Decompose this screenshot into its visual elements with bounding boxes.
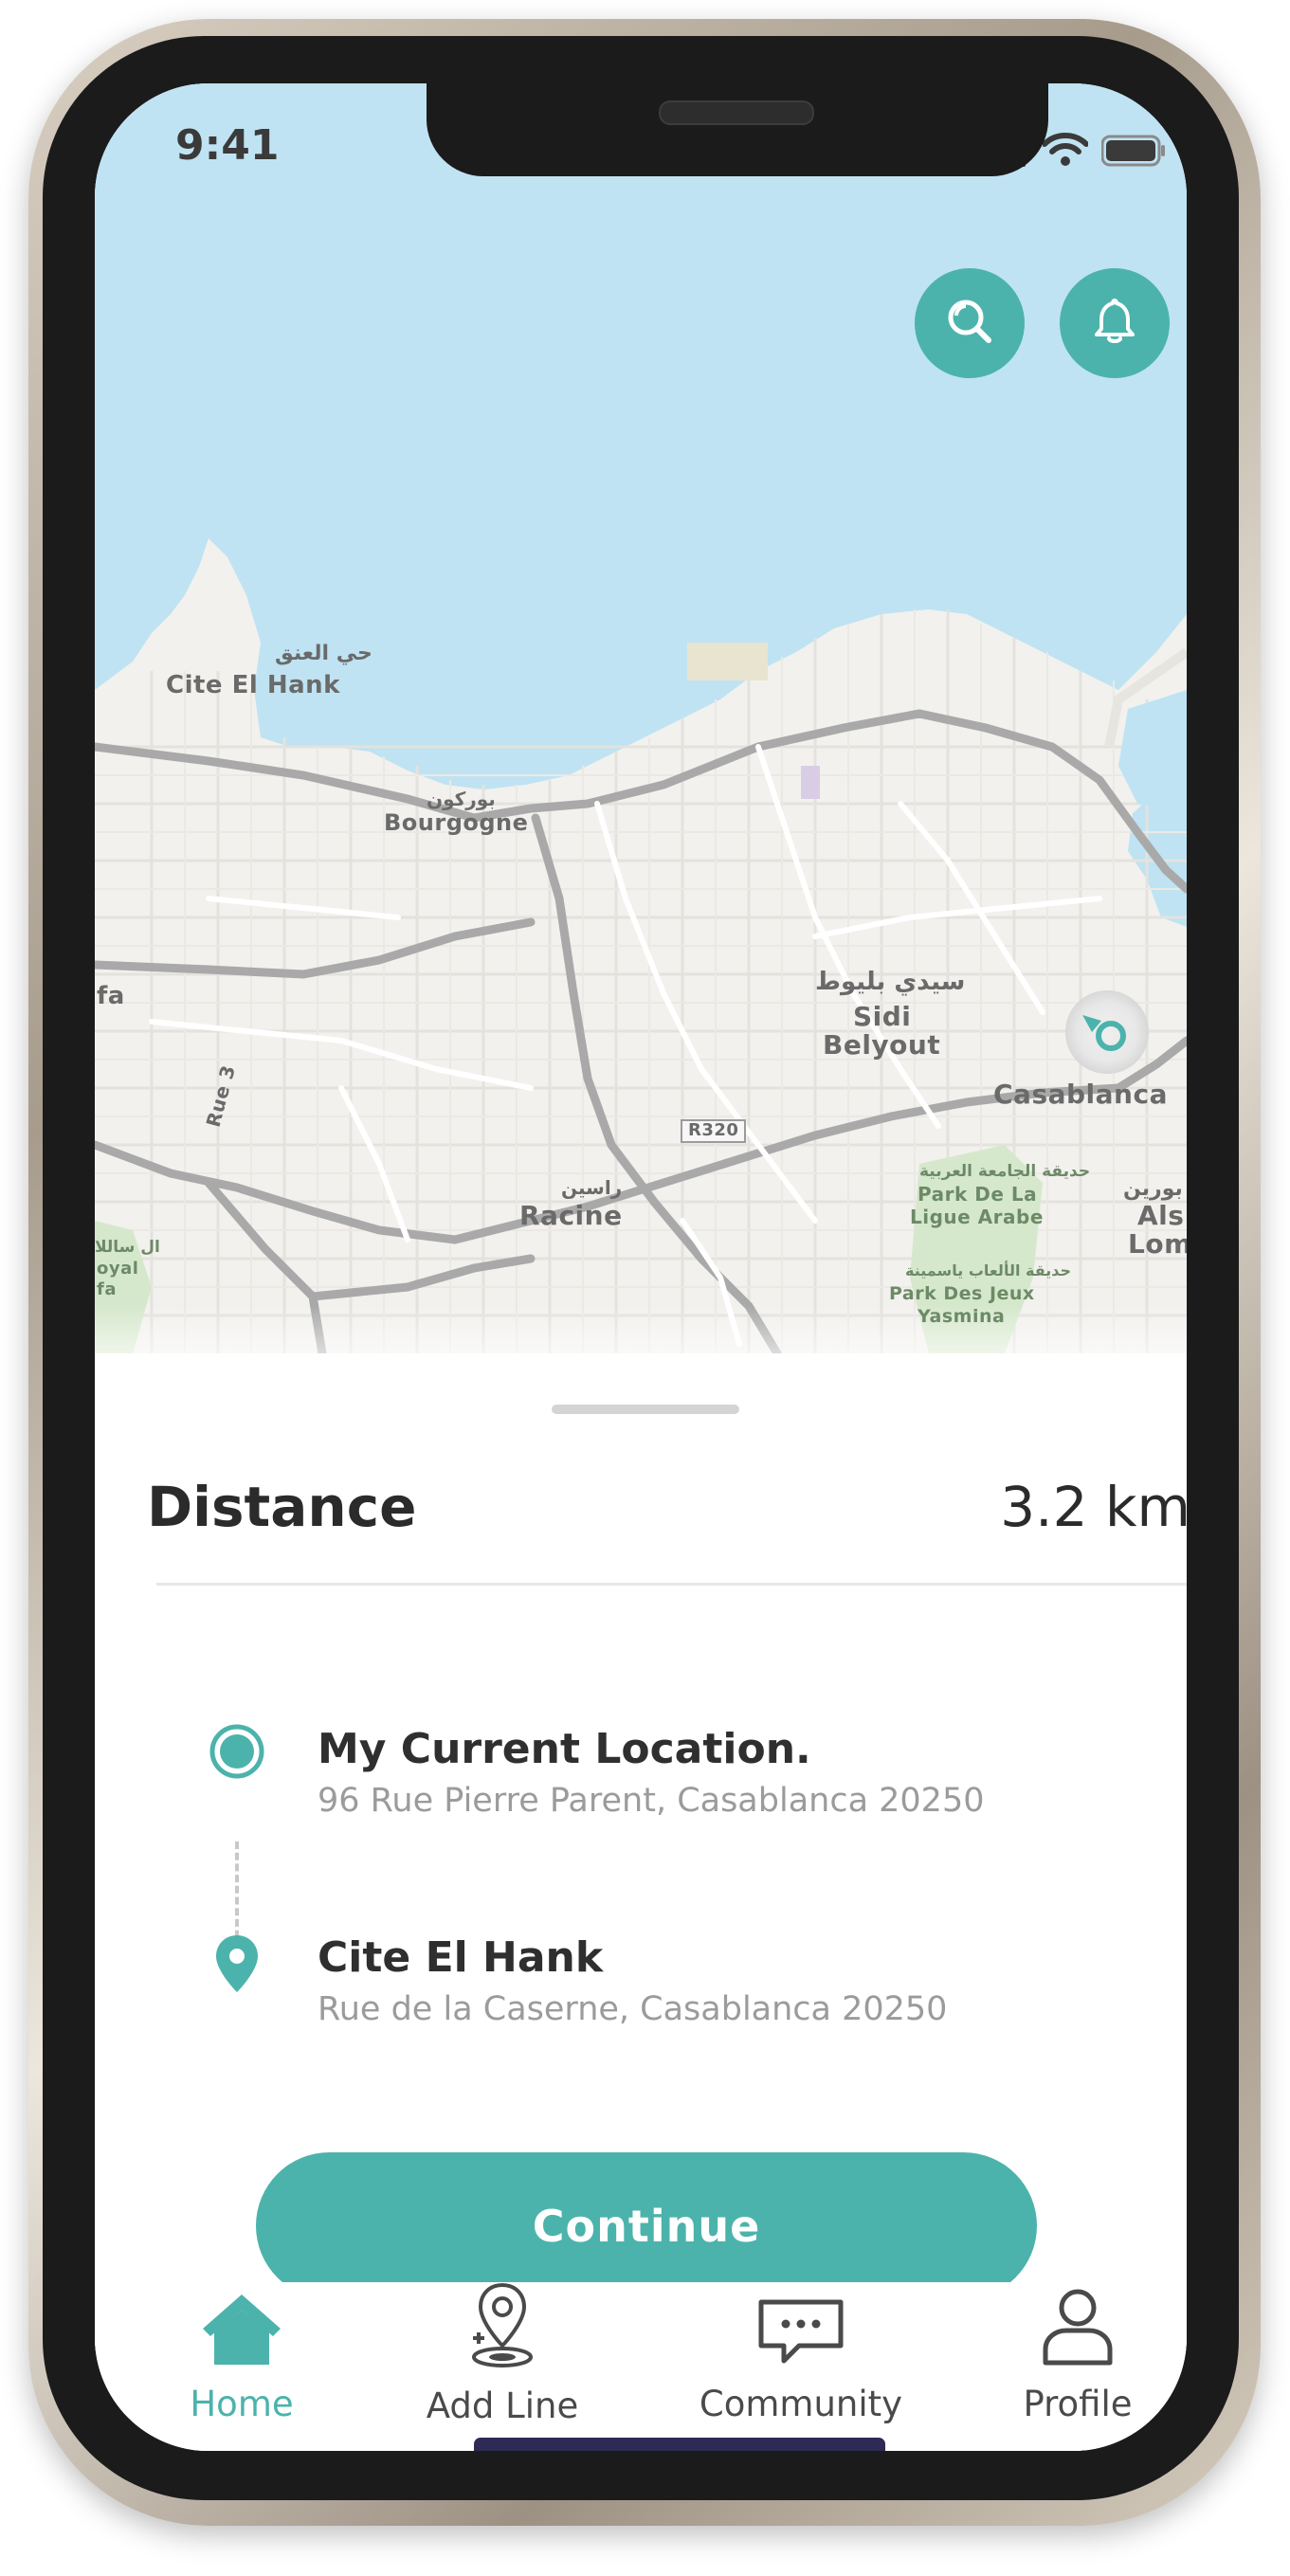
- map-label-park-jeux-1: Park Des Jeux: [889, 1283, 1035, 1304]
- map-label-als-ar: بورين: [1123, 1177, 1183, 1201]
- status-time: 9:41: [175, 121, 280, 170]
- map-notifications-button[interactable]: [1060, 268, 1170, 378]
- origin-row[interactable]: My Current Location. 96 Rue Pierre Paren…: [95, 1723, 1187, 1837]
- distance-value: 3.2 km: [1000, 1475, 1187, 1539]
- destination-pin-icon: [213, 1933, 261, 2000]
- map-label-als: Als: [1137, 1200, 1185, 1231]
- home-icon: [199, 2291, 284, 2370]
- bell-icon: [1086, 293, 1143, 354]
- map-label-cite-el-hank-ar: حي العنق: [275, 642, 372, 665]
- tab-community[interactable]: Community: [692, 2282, 910, 2424]
- search-icon: [941, 293, 998, 354]
- destination-address: Rue de la Caserne, Casablanca 20250: [318, 1990, 948, 2028]
- continue-button[interactable]: Continue: [256, 2152, 1037, 2299]
- chat-bubble-icon: [755, 2296, 846, 2370]
- tab-add-line[interactable]: Add Line: [393, 2281, 611, 2426]
- map-label-left-edge-2: fa: [97, 1279, 117, 1299]
- origin-dot-icon: [209, 1723, 265, 1784]
- destination-row[interactable]: Cite El Hank Rue de la Caserne, Casablan…: [95, 1933, 1187, 2047]
- map-label-casablanca: Casablanca: [993, 1079, 1168, 1110]
- divider: [156, 1583, 1187, 1586]
- map-label-racine: Racine: [519, 1200, 623, 1231]
- map-label-park-ligue-2: Ligue Arabe: [910, 1206, 1044, 1228]
- map-label-cite-el-hank: Cite El Hank: [166, 671, 340, 699]
- wifi-icon: [1042, 133, 1089, 171]
- map-label-bourgogne: Bourgogne: [384, 809, 529, 836]
- map-label-sidi: Sidi: [853, 1001, 912, 1032]
- route-shield: R320: [681, 1119, 747, 1143]
- tab-label-community: Community: [699, 2384, 903, 2424]
- map-label-park-ligue-ar: حديقة الجامعة العربية: [919, 1162, 1091, 1181]
- distance-label: Distance: [147, 1475, 417, 1539]
- map-pin-plus-icon: [469, 2281, 536, 2372]
- map-label-park-jeux-ar: حديقة الألعاب ياسمينة: [905, 1261, 1072, 1279]
- tab-label-home: Home: [190, 2384, 294, 2424]
- map-label-bourgogne-ar: بوركون: [427, 788, 496, 810]
- origin-title: My Current Location.: [318, 1725, 811, 1773]
- tab-profile[interactable]: Profile: [969, 2282, 1187, 2424]
- speaker-grille: [659, 100, 814, 125]
- sheet-drag-handle[interactable]: [552, 1405, 739, 1414]
- map-label-left-edge-1: oyal: [97, 1259, 139, 1279]
- map-label-racine-ar: راسين: [561, 1176, 623, 1199]
- tab-label-add-line: Add Line: [426, 2386, 579, 2426]
- map-label-lom: Lom: [1128, 1228, 1187, 1260]
- app-screen: حي العنق Cite El Hank بوركون Bourgogne س…: [95, 83, 1187, 2451]
- map-label-park-jeux-2: Yasmina: [918, 1306, 1006, 1327]
- map-label-fa: fa: [97, 982, 125, 1010]
- map-search-button[interactable]: [915, 268, 1025, 378]
- destination-title: Cite El Hank: [318, 1933, 604, 1982]
- current-location-marker[interactable]: [1063, 989, 1151, 1076]
- user-icon: [1040, 2287, 1116, 2370]
- map-label-sidi-belyout-ar: سيدي بليوط: [815, 968, 966, 996]
- map-view[interactable]: حي العنق Cite El Hank بوركون Bourgogne س…: [95, 83, 1187, 1353]
- notch: [427, 83, 1048, 176]
- map-label-belyout: Belyout: [823, 1029, 941, 1061]
- tab-bar: Home Add Line Community Profile: [95, 2282, 1187, 2451]
- battery-icon: [1100, 135, 1166, 171]
- map-label-park-ligue-1: Park De La: [918, 1183, 1038, 1206]
- origin-address: 96 Rue Pierre Parent, Casablanca 20250: [318, 1782, 985, 1820]
- home-indicator: [474, 2438, 885, 2451]
- tab-label-profile: Profile: [1023, 2384, 1133, 2424]
- map-label-left-edge-ar: ال ساللا: [95, 1238, 160, 1257]
- tab-home[interactable]: Home: [133, 2282, 351, 2424]
